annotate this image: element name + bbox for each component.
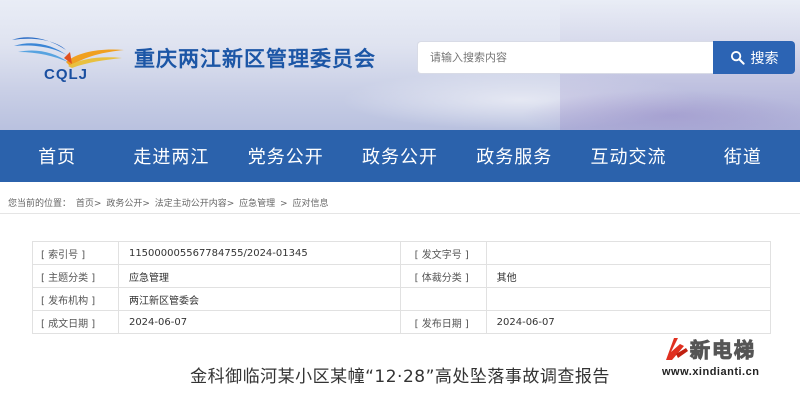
empty-label: [399, 287, 487, 311]
nav-item-about[interactable]: 走进两江: [114, 130, 228, 182]
doc-number-label: [ 发文字号 ]: [399, 241, 487, 265]
written-date-value: 2024-06-07: [117, 310, 401, 334]
genre-label: [ 体裁分类 ]: [399, 264, 487, 288]
breadcrumb: 您当前的位置： 首页> 政务公开> 法定主动公开内容> 应急管理 > 应对信息: [8, 196, 330, 209]
breadcrumb-divider: [0, 213, 800, 214]
publisher-label: [ 发布机构 ]: [32, 287, 119, 311]
search-input[interactable]: [418, 42, 713, 73]
document-info-table: [ 索引号 ] 115000005567784755/2024-01345 [ …: [32, 241, 772, 334]
nav-item-interaction[interactable]: 互动交流: [571, 130, 685, 182]
watermark-url: www.xindianti.cn: [662, 366, 760, 378]
nav-item-streets[interactable]: 街道: [686, 130, 800, 182]
watermark-name: 新电梯: [690, 338, 756, 363]
breadcrumb-link-home[interactable]: 首页>: [76, 199, 102, 209]
table-row: [ 主题分类 ] 应急管理 [ 体裁分类 ] 其他: [32, 264, 772, 288]
site-title[interactable]: 重庆两江新区管理委员会: [134, 43, 376, 73]
nav-item-government-services[interactable]: 政务服务: [457, 130, 571, 182]
breadcrumb-current: 应对信息: [292, 199, 329, 209]
written-date-label: [ 成文日期 ]: [32, 310, 119, 334]
search-icon: [730, 50, 745, 65]
topic-value: 应急管理: [117, 264, 401, 288]
header-banner: CQLJ 重庆两江新区管理委员会 搜索: [0, 0, 800, 130]
breadcrumb-link-statutory-disclosure[interactable]: 法定主动公开内容>: [155, 199, 235, 209]
publisher-value: 两江新区管委会: [117, 287, 401, 311]
doc-number-value: [485, 241, 772, 265]
breadcrumb-link-government-affairs[interactable]: 政务公开>: [106, 199, 150, 209]
publish-date-value: 2024-06-07: [485, 310, 772, 334]
table-row: [ 成文日期 ] 2024-06-07 [ 发布日期 ] 2024-06-07: [32, 310, 772, 334]
xindianti-logo-icon: [666, 338, 688, 360]
nav-item-party-affairs[interactable]: 党务公开: [229, 130, 343, 182]
index-value: 115000005567784755/2024-01345: [117, 241, 401, 265]
breadcrumb-link-emergency-management[interactable]: 应急管理: [239, 199, 275, 209]
search-button-label: 搜索: [750, 50, 779, 67]
watermark: 新电梯 www.xindianti.cn: [662, 334, 800, 394]
main-nav: 首页 走进两江 党务公开 政务公开 政务服务 互动交流 街道: [0, 130, 800, 182]
nav-item-government-affairs[interactable]: 政务公开: [343, 130, 457, 182]
search-button[interactable]: 搜索: [713, 41, 795, 74]
breadcrumb-separator: >: [280, 199, 288, 209]
index-label: [ 索引号 ]: [32, 241, 119, 265]
table-row: [ 发布机构 ] 两江新区管委会: [32, 287, 772, 311]
search-box: [417, 41, 713, 74]
nav-item-home[interactable]: 首页: [0, 130, 114, 182]
topic-label: [ 主题分类 ]: [32, 264, 119, 288]
empty-value: [485, 287, 772, 311]
logo-text: CQLJ: [44, 66, 89, 83]
genre-value: 其他: [485, 264, 772, 288]
table-row: [ 索引号 ] 115000005567784755/2024-01345 [ …: [32, 241, 772, 265]
breadcrumb-prefix: 您当前的位置：: [8, 199, 72, 209]
publish-date-label: [ 发布日期 ]: [399, 310, 487, 334]
